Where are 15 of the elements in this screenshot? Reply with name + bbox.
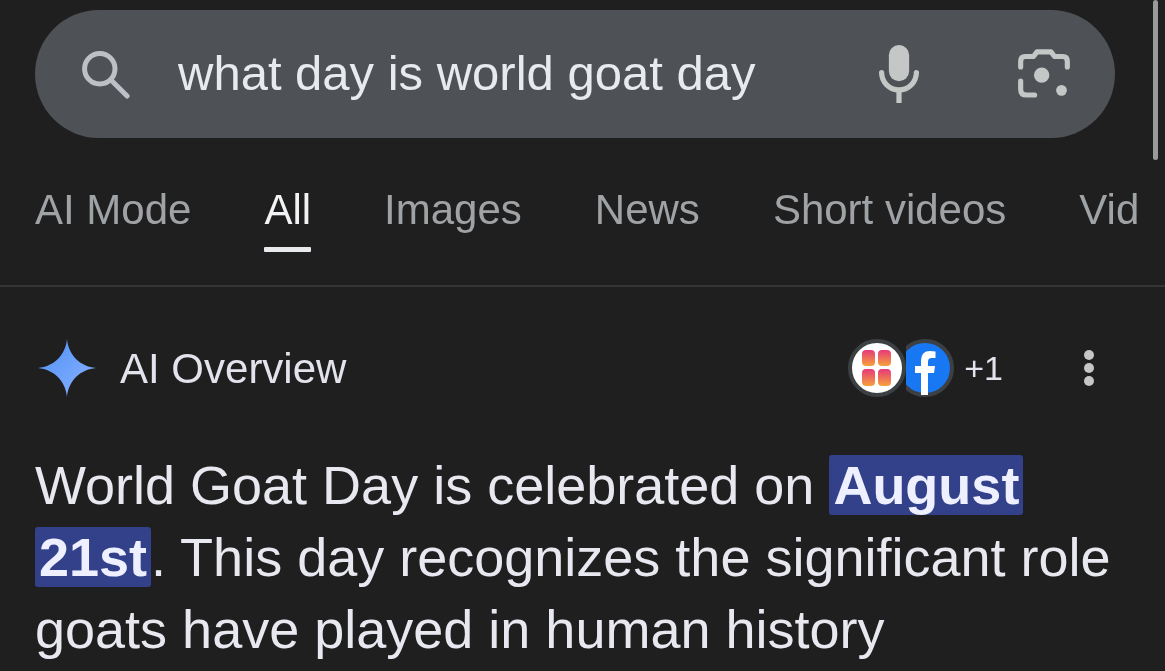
source-logo-icon[interactable] <box>848 339 907 397</box>
ai-overview-title: AI Overview <box>120 343 347 394</box>
tab[interactable]: All <box>264 186 312 252</box>
tab[interactable]: News <box>594 186 700 252</box>
more-options-icon[interactable] <box>1083 349 1095 387</box>
search-input[interactable]: what day is world goat day <box>178 37 778 111</box>
tab[interactable]: Vid <box>1079 186 1140 252</box>
microphone-icon[interactable] <box>878 45 920 103</box>
tab[interactable]: AI Mode <box>35 186 192 252</box>
search-icon[interactable] <box>80 49 130 99</box>
search-field[interactable]: what day is world goat day <box>35 10 1115 138</box>
tab[interactable]: Images <box>384 186 522 252</box>
tab[interactable]: Short videos <box>772 186 1007 252</box>
source-logo-icon[interactable] <box>906 339 955 397</box>
source-count[interactable]: +1 <box>964 342 1003 394</box>
